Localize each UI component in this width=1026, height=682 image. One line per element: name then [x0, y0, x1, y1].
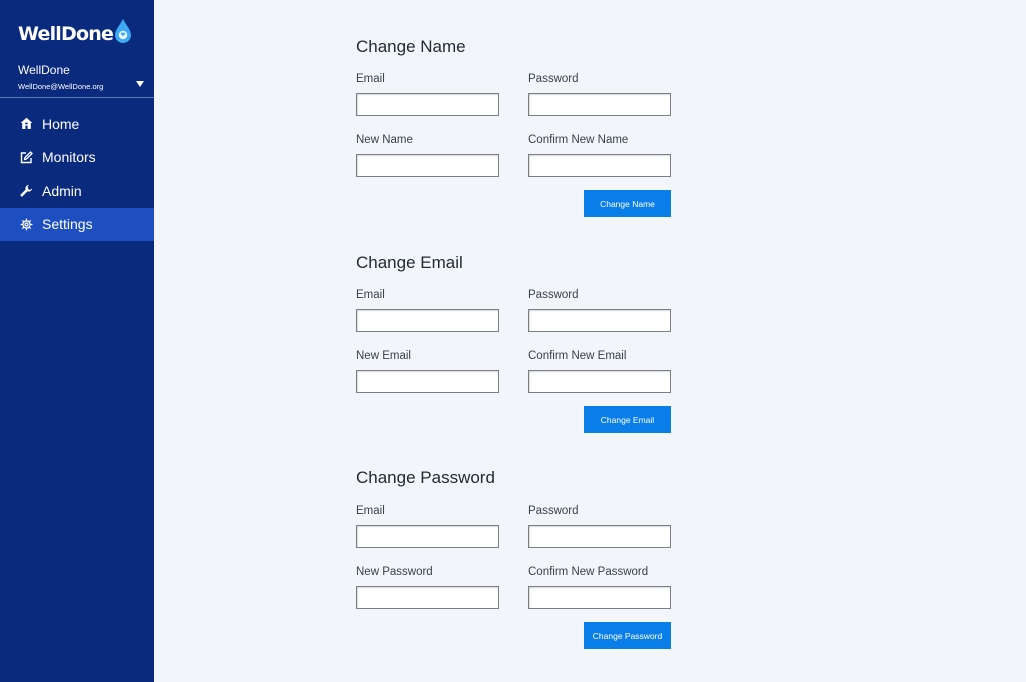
- brand-logo[interactable]: WellDone: [18, 18, 132, 49]
- email-label: Email: [356, 289, 385, 301]
- email-label: Email: [356, 505, 385, 517]
- sidebar-item-label: Admin: [42, 182, 82, 199]
- sidebar-divider: [0, 97, 154, 98]
- edit-icon: [18, 149, 34, 165]
- password-field[interactable]: [528, 309, 671, 332]
- confirm-new-email-field[interactable]: [528, 370, 671, 393]
- password-field[interactable]: [528, 93, 671, 116]
- confirm-new-password-field[interactable]: [528, 586, 671, 609]
- sidebar: WellDone WellDone WellDone@WellDone.org …: [0, 0, 154, 682]
- brand-name: WellDone: [18, 22, 114, 45]
- water-drop-icon: [114, 18, 132, 49]
- change-email-button[interactable]: Change Email: [584, 406, 671, 433]
- account-switcher[interactable]: WellDone WellDone@WellDone.org: [18, 63, 146, 91]
- new-email-label: New Email: [356, 350, 411, 362]
- email-field[interactable]: [356, 525, 499, 548]
- sidebar-item-home[interactable]: Home: [0, 107, 154, 141]
- sidebar-item-admin[interactable]: Admin: [0, 174, 154, 208]
- gear-icon: [18, 216, 34, 232]
- caret-down-icon[interactable]: [136, 81, 144, 87]
- change-name-section: Change Name Email Password New Name Conf…: [356, 37, 676, 217]
- email-label: Email: [356, 73, 385, 85]
- wrench-icon: [18, 183, 34, 199]
- password-field[interactable]: [528, 525, 671, 548]
- password-label: Password: [528, 289, 579, 301]
- section-title: Change Name: [356, 37, 466, 56]
- new-name-field[interactable]: [356, 154, 499, 177]
- section-title: Change Email: [356, 253, 463, 272]
- change-email-section: Change Email Email Password New Email Co…: [356, 253, 676, 433]
- new-name-label: New Name: [356, 134, 413, 146]
- confirm-new-name-label: Confirm New Name: [528, 134, 629, 146]
- password-label: Password: [528, 73, 579, 85]
- confirm-new-name-field[interactable]: [528, 154, 671, 177]
- home-icon: [18, 116, 34, 132]
- sidebar-item-label: Settings: [42, 216, 93, 233]
- change-password-button[interactable]: Change Password: [584, 622, 671, 649]
- email-field[interactable]: [356, 93, 499, 116]
- password-label: Password: [528, 505, 579, 517]
- change-password-section: Change Password Email Password New Passw…: [356, 468, 676, 649]
- sidebar-item-monitors[interactable]: Monitors: [0, 141, 154, 175]
- sidebar-item-label: Home: [42, 115, 80, 132]
- account-email: WellDone@WellDone.org: [18, 82, 104, 91]
- sidebar-nav: Home Monitors Admin Settings: [0, 107, 154, 241]
- new-password-field[interactable]: [356, 586, 499, 609]
- new-password-label: New Password: [356, 566, 433, 578]
- section-title: Change Password: [356, 468, 495, 487]
- change-name-button[interactable]: Change Name: [584, 190, 671, 217]
- new-email-field[interactable]: [356, 370, 499, 393]
- email-field[interactable]: [356, 309, 499, 332]
- account-name: WellDone: [18, 63, 70, 77]
- sidebar-item-label: Monitors: [42, 149, 96, 166]
- settings-main: Change Name Email Password New Name Conf…: [154, 0, 1026, 682]
- confirm-new-email-label: Confirm New Email: [528, 350, 627, 362]
- confirm-new-password-label: Confirm New Password: [528, 566, 649, 578]
- sidebar-item-settings[interactable]: Settings: [0, 207, 154, 241]
